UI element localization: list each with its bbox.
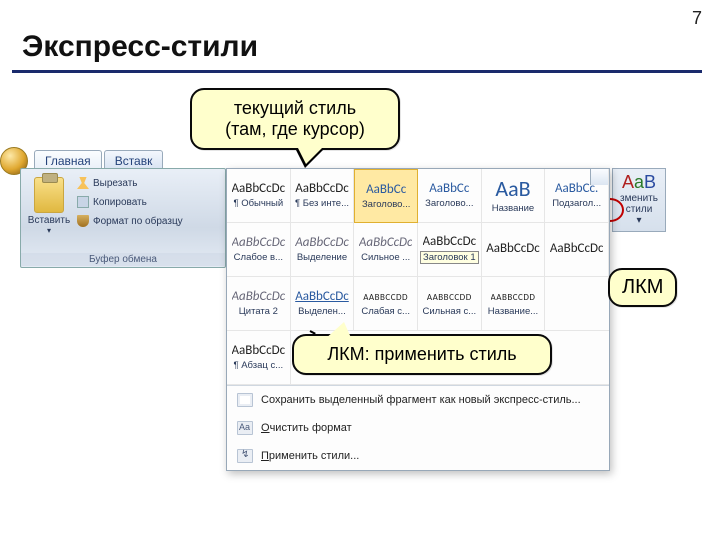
style-preview-text: AaB (495, 178, 530, 200)
style-thumbnail[interactable]: AaBbCcDc Выделение (291, 223, 355, 277)
paste-button[interactable]: Вставить ▾ (25, 175, 73, 261)
style-name-label: Цитата 2 (239, 306, 278, 317)
style-preview-text: AaBbCcDc (295, 290, 349, 303)
style-thumbnail[interactable]: AaBbCc. Подзагол... (545, 169, 609, 223)
menu-apply-styles[interactable]: Применить стили... (227, 442, 609, 470)
title-rule (12, 70, 702, 73)
style-preview-text: AaBbCcDc (486, 242, 540, 255)
style-name-label: Название... (488, 306, 538, 317)
style-name-label: Подзагол... (552, 198, 601, 209)
page-title: Экспресс-стили (22, 30, 258, 64)
style-name-label: ¶ Обычный (233, 198, 283, 209)
menu-label: Применить стили... (261, 450, 359, 462)
style-name-label: Название (492, 203, 534, 214)
style-thumbnail[interactable]: AaBbCcDc ¶ Обычный (227, 169, 291, 223)
style-name-label: Сильная с... (423, 306, 477, 317)
paste-icon (34, 177, 64, 213)
page-number: 7 (692, 8, 702, 29)
style-preview-text: AaBbCcDc (232, 344, 286, 357)
scissors-icon (77, 177, 89, 189)
format-painter-button[interactable]: Формат по образцу (77, 213, 183, 229)
style-thumbnail[interactable]: AABBCCDD Сильная с... (418, 277, 482, 331)
copy-label: Копировать (93, 197, 147, 208)
cut-button[interactable]: Вырезать (77, 175, 183, 191)
paste-label: Вставить (25, 215, 73, 226)
quick-styles-gallery: AaBbCcDc¶ ОбычныйAaBbCcDc¶ Без инте...Aa… (226, 168, 610, 471)
ribbon-clipboard-group: Вставить ▾ Вырезать Копировать Формат по… (20, 168, 226, 268)
callout-current-style: текущий стиль (там, где курсор) (190, 88, 400, 150)
style-preview-text: AABBCCDD (491, 290, 536, 303)
copy-button[interactable]: Копировать (77, 194, 183, 210)
apply-styles-icon (237, 449, 253, 463)
save-style-icon (237, 393, 253, 407)
style-name-label: Слабая с... (361, 306, 410, 317)
style-preview-text: AaBbCcDc (295, 182, 349, 195)
style-thumbnail[interactable]: AaBbCc Заголово... (354, 169, 418, 223)
clear-format-icon (237, 421, 253, 435)
menu-clear-formatting[interactable]: Очистить формат (227, 414, 609, 442)
style-name-label: ¶ Абзац с... (233, 360, 283, 371)
style-thumbnail[interactable]: AaB Название (482, 169, 546, 223)
style-preview-text: AaBbCcDc (423, 235, 477, 248)
style-thumbnail[interactable]: AaBbCcDc Цитата 2 (227, 277, 291, 331)
style-name-label: Заголовок 1 (420, 251, 479, 264)
style-thumbnail[interactable]: AaBbCcDc ¶ Абзац с... (227, 331, 291, 385)
callout-lkm: ЛКМ (608, 268, 677, 307)
style-preview-text: AaBbCc. (555, 182, 598, 195)
ribbon-group-label: Буфер обмена (21, 253, 225, 266)
style-preview-text: AaBbCcDc (359, 236, 413, 249)
callout-text: текущий стиль (там, где курсор) (225, 98, 365, 139)
callout-text: ЛКМ (622, 276, 663, 298)
gallery-empty-cell (545, 277, 609, 331)
style-name-label: Выделение (297, 252, 347, 263)
style-preview-text: AABBCCDD (363, 290, 408, 303)
style-preview-text: AaBbCcDc (295, 236, 349, 249)
style-thumbnail[interactable]: AABBCCDD Название... (482, 277, 546, 331)
style-preview-text: AaBbCc (429, 182, 469, 195)
menu-label: Очистить формат (261, 422, 352, 434)
style-preview-text: AaBbCc (366, 183, 406, 196)
style-preview-text: AABBCCDD (427, 290, 472, 303)
menu-label: Сохранить выделенный фрагмент как новый … (261, 394, 581, 406)
paste-dropdown-icon[interactable]: ▾ (25, 226, 73, 235)
copy-icon (77, 196, 89, 208)
style-preview-text: AaBbCcDc (232, 236, 286, 249)
callout-text: ЛКМ: применить стиль (327, 344, 516, 364)
gallery-menu: Сохранить выделенный фрагмент как новый … (227, 385, 609, 470)
style-name-label: Заголово... (362, 199, 410, 210)
style-preview-text: AaBbCcDc (232, 182, 286, 195)
clipboard-actions: Вырезать Копировать Формат по образцу (77, 175, 183, 232)
style-name-label: Выделен... (298, 306, 346, 317)
gallery-empty-cell (545, 331, 609, 385)
cut-label: Вырезать (93, 178, 137, 189)
style-thumbnail[interactable]: AaBbCcDc Заголовок 1 (418, 223, 482, 277)
style-name-label: ¶ Без инте... (295, 198, 349, 209)
style-name-label: Заголово... (425, 198, 473, 209)
style-name-label: Сильное ... (361, 252, 410, 263)
change-styles-button[interactable]: AaB зменить стили ▾ (612, 168, 666, 232)
style-preview-text: AaBbCcDc (550, 242, 604, 255)
style-thumbnail[interactable]: AaBbCcDc ¶ Без инте... (291, 169, 355, 223)
callout-lkm-apply: ЛКМ: применить стиль (292, 334, 552, 375)
style-thumbnail[interactable]: AaBbCcDc (482, 223, 546, 277)
change-styles-icon: AaB (613, 173, 665, 191)
style-thumbnail[interactable]: AaBbCc Заголово... (418, 169, 482, 223)
brush-icon (77, 215, 89, 227)
menu-save-as-quick-style[interactable]: Сохранить выделенный фрагмент как новый … (227, 386, 609, 414)
format-painter-label: Формат по образцу (93, 216, 183, 227)
style-thumbnail[interactable]: AABBCCDD Слабая с... (354, 277, 418, 331)
style-preview-text: AaBbCcDc (232, 290, 286, 303)
style-thumbnail[interactable]: AaBbCcDc Слабое в... (227, 223, 291, 277)
style-thumbnail[interactable]: AaBbCcDc Сильное ... (354, 223, 418, 277)
style-thumbnail[interactable]: AaBbCcDc (545, 223, 609, 277)
style-name-label: Слабое в... (234, 252, 283, 263)
